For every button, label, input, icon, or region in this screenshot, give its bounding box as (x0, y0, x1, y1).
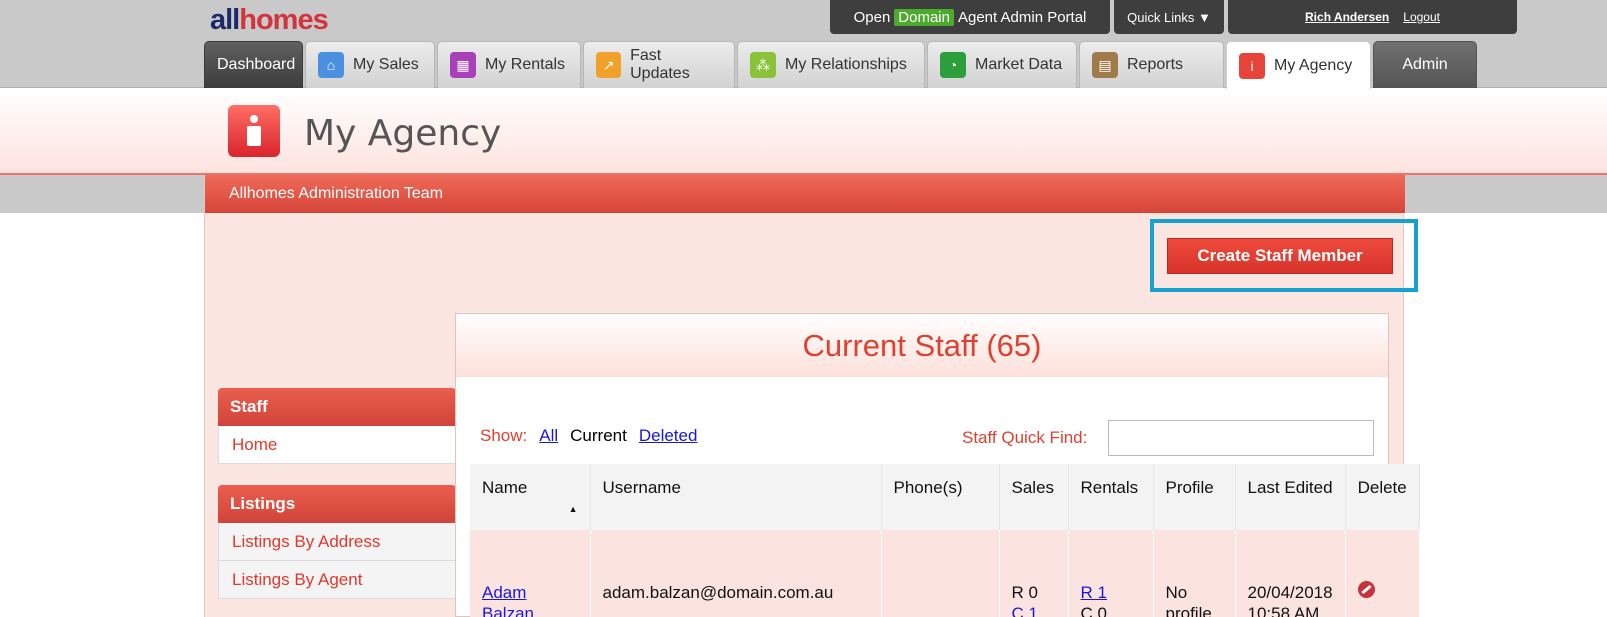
page-title: My Agency (304, 113, 502, 154)
sidebar-item-listings-by-address[interactable]: Listings By Address (218, 523, 456, 561)
person-glyph (247, 115, 261, 146)
tab-my-relationships[interactable]: ⁂ My Relationships (737, 41, 925, 88)
sidebar-listings-section: Listings Listings By Address Listings By… (218, 485, 456, 599)
network-icon: ⁂ (750, 52, 776, 78)
column-header-phones: Phone(s) (881, 464, 1000, 530)
column-header-sales: Sales (999, 464, 1069, 530)
sales-commercial-link[interactable]: C 1 (1012, 604, 1038, 617)
create-staff-highlight: Create Staff Member (1150, 219, 1418, 292)
top-utility-bar: Open Domain Agent Admin Portal Quick Lin… (830, 0, 1517, 34)
logout-link[interactable]: Logout (1403, 10, 1440, 24)
filter-deleted-link[interactable]: Deleted (639, 426, 698, 446)
table-row: Adam Balzan adam.balzan@domain.com.au R … (470, 530, 1420, 617)
tab-reports[interactable]: ▤ Reports (1079, 41, 1224, 88)
building-icon: ▦ (450, 52, 476, 78)
filter-all-link[interactable]: All (539, 426, 558, 446)
column-header-rentals: Rentals (1068, 464, 1154, 530)
column-header-username: Username (590, 464, 882, 530)
pie-chart-icon: ◔ (940, 52, 966, 78)
staff-quick-find-label: Staff Quick Find: (962, 428, 1088, 447)
tab-my-agency[interactable]: i My Agency (1226, 41, 1371, 89)
lightning-icon: ↗ (596, 52, 622, 78)
sales-residential-count: R 0 (1011, 583, 1038, 602)
user-name-link[interactable]: Rich Andersen (1305, 10, 1389, 24)
column-header-last-edited: Last Edited (1235, 464, 1346, 530)
sidebar-staff-section: Staff Home (218, 388, 456, 464)
quick-links-dropdown[interactable]: Quick Links ▼ (1114, 0, 1224, 34)
delete-icon[interactable] (1357, 581, 1375, 598)
person-icon (228, 105, 280, 157)
tab-my-rentals[interactable]: ▦ My Rentals (437, 41, 581, 88)
page-header: My Agency (0, 89, 1607, 175)
tab-market-data[interactable]: ◔ Market Data (927, 41, 1077, 88)
tab-fast-updates[interactable]: ↗ Fast Updates (583, 41, 735, 88)
create-staff-member-button[interactable]: Create Staff Member (1167, 238, 1393, 274)
filter-current-active: Current (570, 426, 627, 445)
user-box: Rich Andersen Logout (1228, 0, 1517, 34)
sidebar-item-listings-by-agent[interactable]: Listings By Agent (218, 561, 456, 599)
column-header-delete: Delete (1345, 464, 1420, 530)
cell-delete (1345, 530, 1420, 617)
staff-table-header: Name ▲ Username Phone(s) Sales Rentals Pr… (470, 464, 1420, 530)
report-icon: ▤ (1092, 52, 1118, 78)
sort-asc-icon: ▲ (568, 504, 578, 514)
sidebar-heading-listings: Listings (218, 485, 456, 523)
open-domain-portal-link[interactable]: Open Domain Agent Admin Portal (830, 0, 1110, 34)
main-nav: Dashboard ⌂ My Sales ▦ My Rentals ↗ Fast… (204, 41, 1477, 89)
tab-admin[interactable]: Admin (1373, 41, 1477, 88)
cell-sales: R 0 C 1 (999, 530, 1069, 617)
column-header-name[interactable]: Name ▲ (470, 464, 591, 530)
tab-my-sales[interactable]: ⌂ My Sales (305, 41, 435, 88)
person-icon: i (1239, 52, 1265, 79)
domain-logo: Domain (894, 8, 954, 26)
sidebar-heading-staff: Staff (218, 388, 456, 426)
show-label: Show: (480, 426, 528, 445)
tab-dashboard[interactable]: Dashboard (204, 41, 303, 88)
cell-phones (881, 530, 1000, 617)
cell-profile: No profile (1153, 530, 1236, 617)
house-icon: ⌂ (318, 52, 344, 78)
show-filter: Show: All Current Deleted (480, 426, 697, 446)
rentals-residential-link[interactable]: R 1 (1081, 583, 1107, 602)
cell-username: adam.balzan@domain.com.au (590, 530, 882, 617)
cell-rentals: R 1 C 0 (1068, 530, 1154, 617)
agency-name-bar: Allhomes Administration Team (205, 175, 1405, 213)
staff-name-link[interactable]: Adam Balzan (482, 583, 534, 617)
staff-quick-find-input[interactable] (1108, 420, 1374, 456)
staff-table: Name ▲ Username Phone(s) Sales Rentals Pr… (470, 464, 1420, 617)
rentals-commercial-count: C 0 (1080, 604, 1107, 617)
sidebar-item-home[interactable]: Home (218, 426, 456, 464)
allhomes-logo[interactable]: allhomes (210, 4, 329, 37)
cell-last-edited: 20/04/2018 10:58 AM (1235, 530, 1346, 617)
current-staff-title: Current Staff (65) (456, 314, 1388, 377)
column-header-profile: Profile (1153, 464, 1236, 530)
cell-name: Adam Balzan (470, 530, 591, 617)
